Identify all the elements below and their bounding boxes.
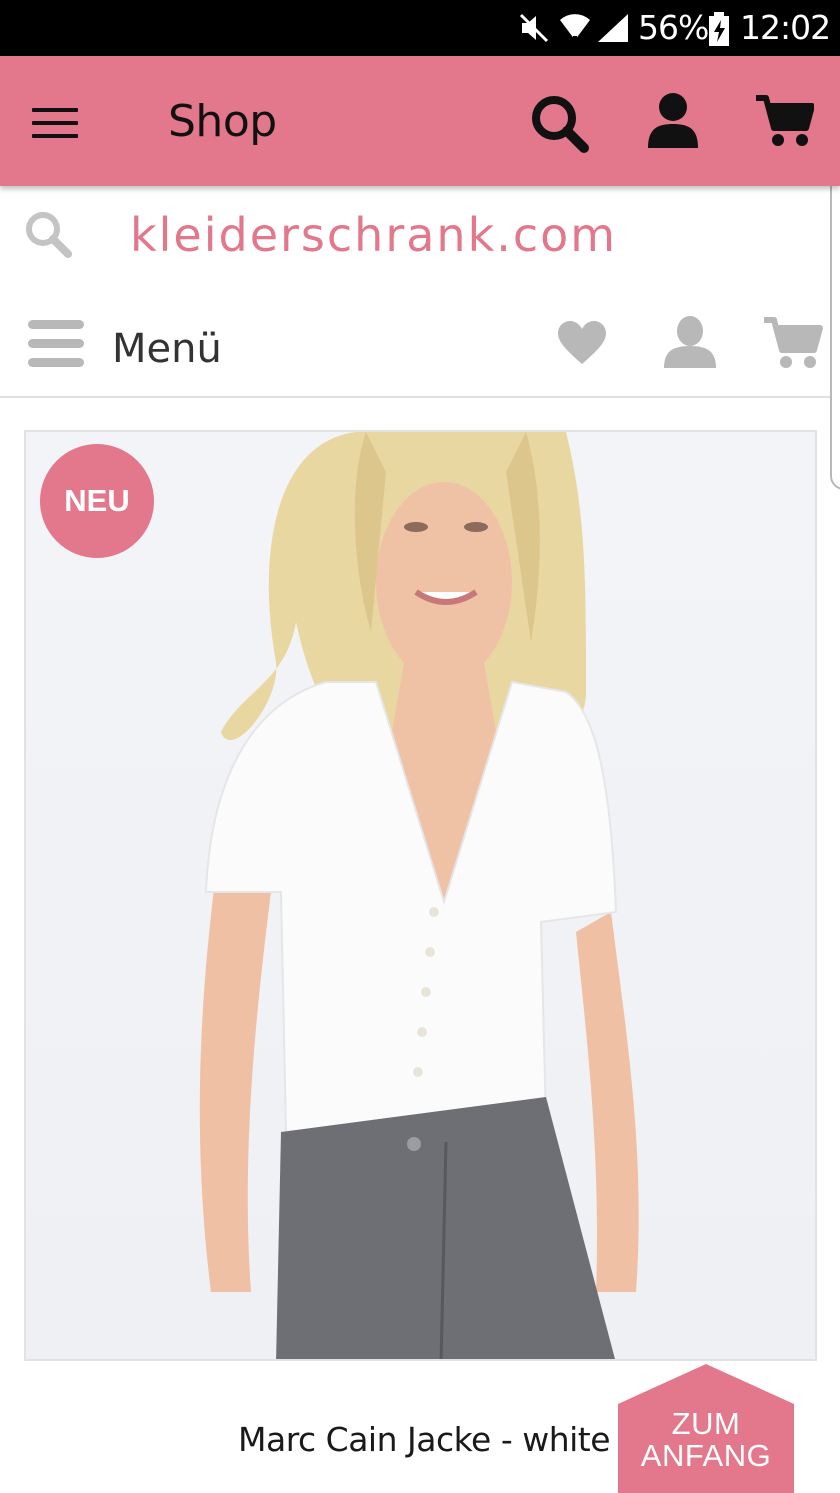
account-icon[interactable] <box>646 92 700 150</box>
page-title: Shop <box>168 96 277 147</box>
battery-level: 56% <box>638 8 709 47</box>
menu-icon[interactable] <box>28 320 84 368</box>
product-name[interactable]: Marc Cain Jacke - white <box>238 1420 611 1459</box>
app-bar: Shop <box>0 56 840 186</box>
menu-label[interactable]: Menü <box>112 326 222 372</box>
edge-panel-handle[interactable] <box>830 150 840 490</box>
site-header: kleiderschrank.com <box>0 186 840 286</box>
cart-icon[interactable] <box>762 316 824 370</box>
product-photo-illustration <box>199 432 639 1359</box>
heart-icon[interactable] <box>556 320 608 366</box>
site-logo[interactable]: kleiderschrank.com <box>130 208 617 262</box>
search-icon[interactable] <box>22 208 74 260</box>
battery-charging-icon <box>709 12 729 46</box>
back-to-top-label: ZUM ANFANG <box>640 1406 772 1473</box>
back-to-top-button[interactable]: ZUM ANFANG <box>618 1364 794 1493</box>
wifi-icon <box>560 14 590 42</box>
menu-icon[interactable] <box>32 108 78 138</box>
cart-icon[interactable] <box>754 94 814 148</box>
site-nav: Menü <box>0 300 840 398</box>
clock: 12:02 <box>740 8 831 47</box>
product-image[interactable] <box>24 430 817 1361</box>
status-bar: 56% 12:02 <box>0 0 840 56</box>
new-badge: NEU <box>40 444 154 558</box>
search-icon[interactable] <box>530 94 590 154</box>
mute-icon <box>519 13 549 43</box>
user-icon[interactable] <box>662 316 718 368</box>
signal-icon <box>598 14 628 42</box>
